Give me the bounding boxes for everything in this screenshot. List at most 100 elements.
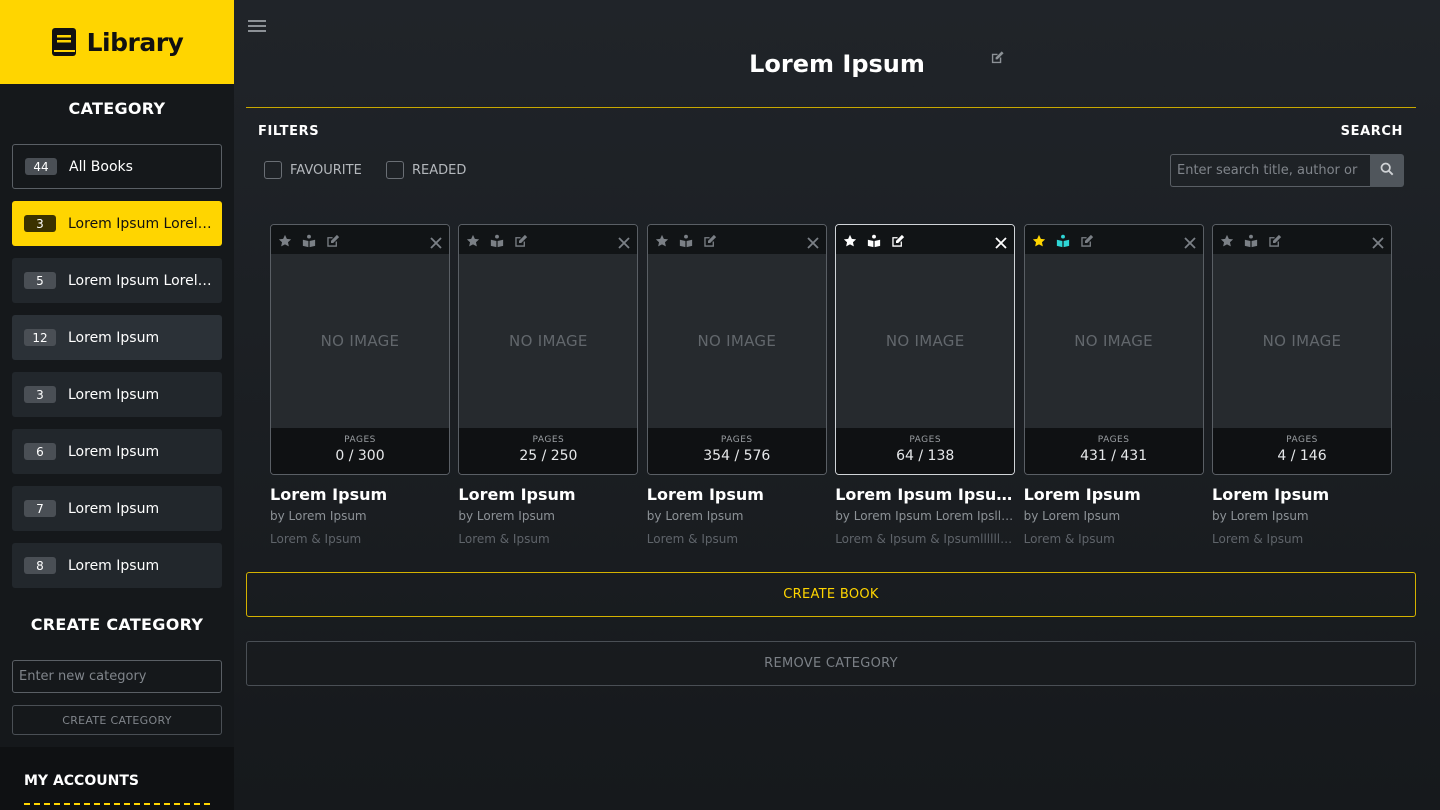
book-cover-placeholder: NO IMAGE <box>647 254 826 428</box>
favourite-star-icon[interactable] <box>1220 233 1234 247</box>
favourite-star-icon[interactable] <box>466 233 480 247</box>
favourite-checkbox[interactable] <box>264 161 282 179</box>
book-title[interactable]: Lorem Ipsum <box>1024 485 1206 504</box>
edit-book-icon[interactable] <box>326 233 340 247</box>
book-card[interactable]: NO IMAGE PAGES 0 / 300 <box>270 224 450 475</box>
book-author: by Lorem Ipsum <box>1212 509 1309 523</box>
readed-filter[interactable]: READED <box>386 161 466 179</box>
favourite-star-icon[interactable] <box>278 233 292 247</box>
book-title[interactable]: Lorem Ipsum Ipsuelllllll <box>835 485 1017 504</box>
favourite-star-icon[interactable] <box>843 233 857 247</box>
category-item[interactable]: 44 All Books <box>12 144 222 189</box>
favourite-filter-label: FAVOURITE <box>290 162 362 178</box>
book-icon <box>51 27 77 57</box>
book-card[interactable]: NO IMAGE PAGES 354 / 576 <box>646 224 827 475</box>
book-title[interactable]: Lorem Ipsum <box>647 485 829 504</box>
book-author: by Lorem Ipsum <box>646 509 744 523</box>
edit-book-icon[interactable] <box>703 233 717 247</box>
book-card[interactable]: NO IMAGE PAGES 64 / 138 <box>835 224 1016 475</box>
category-list: 44 All Books 3 Lorem Ipsum Lorelllll 5 Lorem … <box>12 144 222 600</box>
pages-progress: 0 / 300 <box>335 448 385 464</box>
book-pages: PAGES 64 / 138 <box>836 428 1015 474</box>
search-input[interactable] <box>1170 154 1370 187</box>
category-count-badge: 6 <box>24 443 56 460</box>
category-label: Lorem Ipsum <box>68 443 160 460</box>
edit-book-icon[interactable] <box>1080 233 1094 247</box>
hamburger-menu-icon[interactable] <box>248 20 266 34</box>
pages-progress: 64 / 138 <box>896 448 955 464</box>
category-label: Lorem Ipsum <box>68 329 160 346</box>
readed-filter-label: READED <box>412 162 467 178</box>
category-label: All Books <box>69 158 133 175</box>
book-title[interactable]: Lorem Ipsum <box>270 485 452 504</box>
read-book-icon[interactable] <box>1056 233 1070 247</box>
edit-book-icon[interactable] <box>891 233 905 247</box>
category-count-badge: 44 <box>25 158 57 175</box>
read-book-icon[interactable] <box>679 233 693 247</box>
read-book-icon[interactable] <box>1244 233 1258 247</box>
create-category-button[interactable]: CREATE CATEGORY <box>12 705 222 735</box>
category-item[interactable]: 6 Lorem Ipsum <box>12 429 222 474</box>
edit-title-icon[interactable] <box>990 50 1005 65</box>
book-author: by Lorem Ipsum <box>458 509 555 523</box>
book-item: NO IMAGE PAGES 64 / 138 Lorem Ipsum Ipsu… <box>835 224 1017 546</box>
favourite-filter[interactable]: FAVOURITE <box>264 161 362 179</box>
delete-book-icon[interactable] <box>1372 234 1384 249</box>
book-title[interactable]: Lorem Ipsum <box>1212 485 1394 504</box>
pages-label: PAGES <box>532 435 565 445</box>
category-item[interactable]: 3 Lorem Ipsum Lorelllll <box>12 201 222 246</box>
category-item[interactable]: 12 Lorem Ipsum <box>12 315 222 360</box>
book-categories: Lorem & Ipsum <box>1212 532 1304 546</box>
read-book-icon[interactable] <box>302 233 316 247</box>
category-label: Lorem Ipsum Lorelllll <box>68 215 213 232</box>
readed-checkbox[interactable] <box>386 161 404 179</box>
category-item[interactable]: 3 Lorem Ipsum <box>12 372 222 417</box>
book-item: NO IMAGE PAGES 0 / 300 Lorem Ipsum by Lo… <box>270 224 450 546</box>
book-pages: PAGES 25 / 250 <box>459 428 638 474</box>
category-item[interactable]: 8 Lorem Ipsum <box>12 543 222 588</box>
add-account-dropzone[interactable] <box>24 803 210 810</box>
book-categories: Lorem & Ipsum <box>1023 532 1115 546</box>
new-category-input[interactable] <box>12 660 222 693</box>
category-label: Lorem Ipsum <box>68 386 160 403</box>
book-card-toolbar <box>1024 225 1203 254</box>
book-cover-placeholder: NO IMAGE <box>1024 254 1203 428</box>
book-card[interactable]: NO IMAGE PAGES 25 / 250 <box>458 224 639 475</box>
book-title[interactable]: Lorem Ipsum <box>458 485 640 504</box>
category-item[interactable]: 5 Lorem Ipsum Lorelllll <box>12 258 222 303</box>
read-book-icon[interactable] <box>490 233 504 247</box>
pages-progress: 4 / 146 <box>1277 448 1327 464</box>
book-card[interactable]: NO IMAGE PAGES 431 / 431 <box>1023 224 1204 475</box>
book-item: NO IMAGE PAGES 4 / 146 Lorem Ipsum by Lo… <box>1212 224 1392 546</box>
book-cover-placeholder: NO IMAGE <box>1213 254 1391 428</box>
book-card[interactable]: NO IMAGE PAGES 4 / 146 <box>1212 224 1392 475</box>
create-category-heading: CREATE CATEGORY <box>30 615 204 634</box>
book-pages: PAGES 354 / 576 <box>647 428 826 474</box>
brand[interactable]: Library <box>0 0 234 84</box>
book-categories: Lorem & Ipsum <box>646 532 739 546</box>
pages-label: PAGES <box>1097 435 1130 445</box>
category-count-badge: 8 <box>24 557 56 574</box>
pages-label: PAGES <box>720 435 753 445</box>
book-categories: Lorem & Ipsum <box>270 532 362 546</box>
delete-book-icon[interactable] <box>995 234 1007 249</box>
favourite-star-icon[interactable] <box>1032 233 1046 247</box>
delete-book-icon[interactable] <box>1183 234 1196 249</box>
category-count-badge: 12 <box>24 329 56 346</box>
category-item[interactable]: 7 Lorem Ipsum <box>12 486 222 531</box>
category-count-badge: 7 <box>24 500 56 517</box>
create-book-button[interactable]: CREATE BOOK <box>246 572 1416 617</box>
edit-book-icon[interactable] <box>1268 233 1282 247</box>
favourite-star-icon[interactable] <box>655 233 669 247</box>
remove-category-button[interactable]: REMOVE CATEGORY <box>246 641 1416 686</box>
accounts-heading: MY ACCOUNTS <box>24 773 139 789</box>
read-book-icon[interactable] <box>867 233 881 247</box>
search-button[interactable] <box>1370 154 1404 187</box>
delete-book-icon[interactable] <box>807 234 819 249</box>
title-divider <box>246 107 1416 108</box>
delete-book-icon[interactable] <box>430 234 442 249</box>
sidebar: Library CATEGORY 44 All Books 3 Lorem Ipsum… <box>0 0 234 810</box>
book-pages: PAGES 431 / 431 <box>1024 428 1203 474</box>
delete-book-icon[interactable] <box>618 234 631 249</box>
edit-book-icon[interactable] <box>514 233 528 247</box>
